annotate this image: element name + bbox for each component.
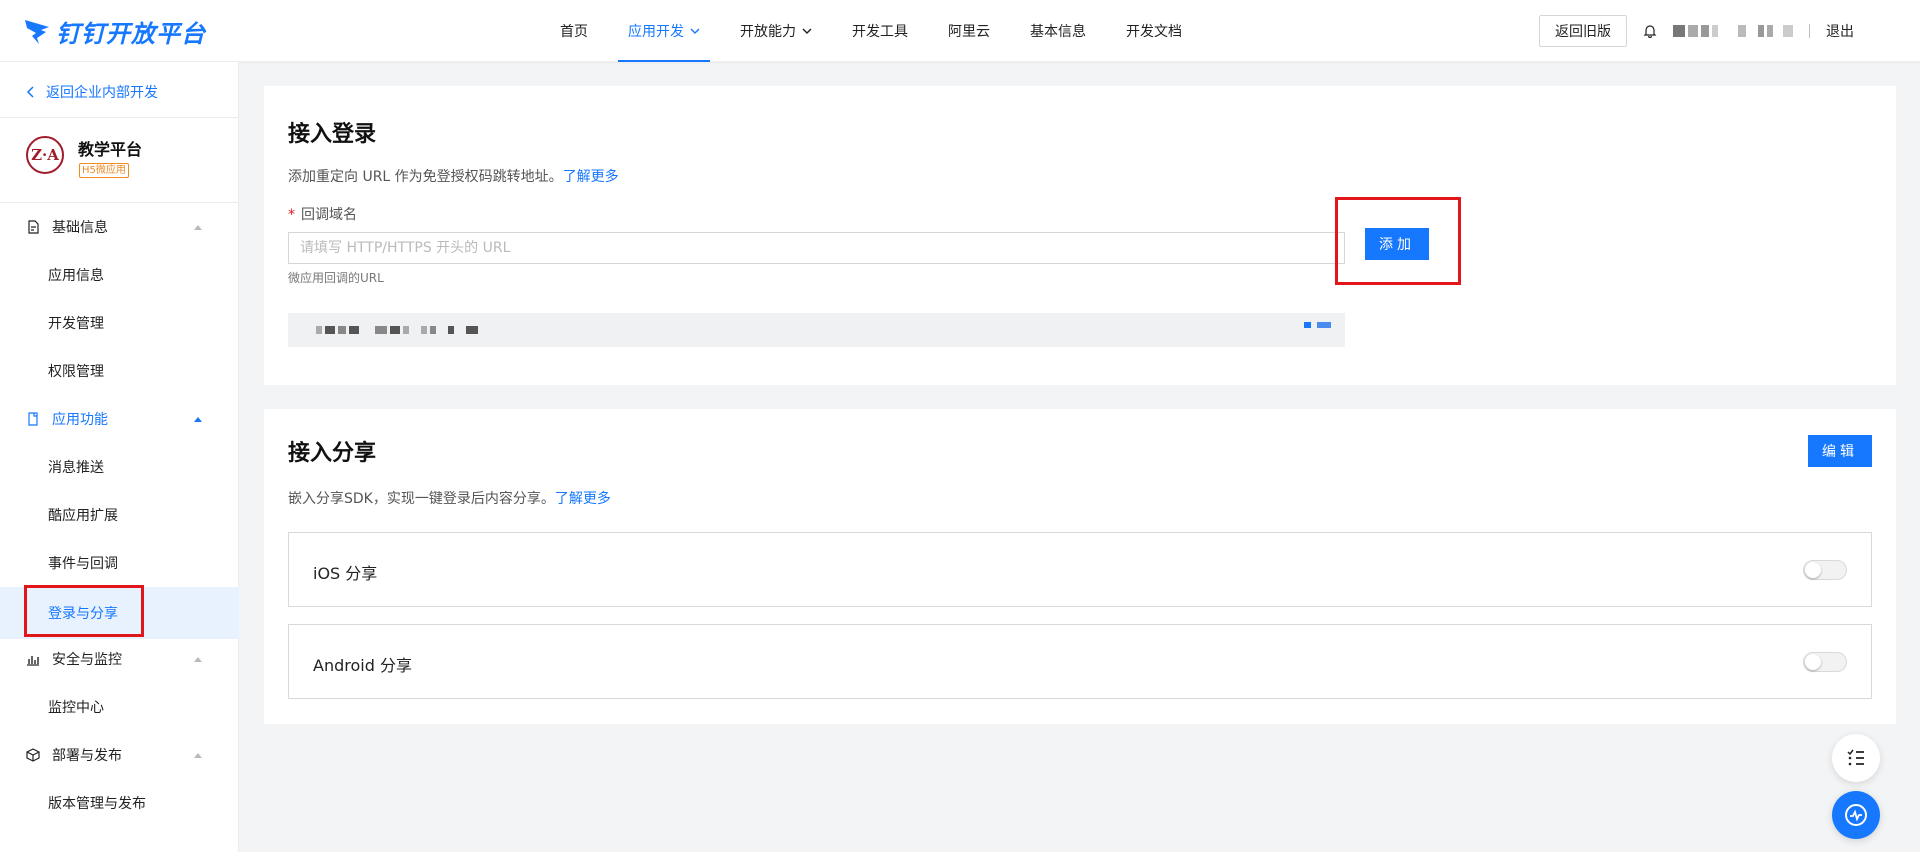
sidebar-item-monitoring-center[interactable]: 监控中心 <box>0 683 239 731</box>
share-learn-more-link[interactable]: 了解更多 <box>555 491 611 507</box>
ios-share-label: iOS 分享 <box>313 564 378 583</box>
sidebar-item-permission-management[interactable]: 权限管理 <box>0 347 239 395</box>
checklist-float-button[interactable] <box>1832 734 1880 782</box>
assistant-float-button[interactable] <box>1832 791 1880 839</box>
checklist-icon <box>1847 749 1864 766</box>
app-avatar: Z·A <box>26 136 64 174</box>
callback-url-list-item <box>288 313 1345 347</box>
logout-link[interactable]: 退出 <box>1826 21 1854 41</box>
login-card-description: 添加重定向 URL 作为免登授权码跳转地址。了解更多 <box>288 166 619 186</box>
share-card-title: 接入分享 <box>288 441 377 466</box>
sidebar-item-label: 权限管理 <box>48 364 104 380</box>
ios-share-toggle[interactable] <box>1803 560 1847 580</box>
android-share-toggle[interactable] <box>1803 652 1847 672</box>
nav-aliyun-label: 阿里云 <box>948 24 990 40</box>
chatbot-icon <box>1845 804 1867 826</box>
bar-chart-icon <box>27 656 39 666</box>
sidebar-group-app-features[interactable]: 应用功能 <box>0 395 239 443</box>
nav-home-label: 首页 <box>560 24 588 40</box>
callback-url-hint: 微应用回调的URL <box>288 271 384 285</box>
android-share-label: Android 分享 <box>313 656 412 675</box>
sidebar-item-dev-management[interactable]: 开发管理 <box>0 299 239 347</box>
app-name: 教学平台 <box>78 140 143 159</box>
sidebar-item-app-info[interactable]: 应用信息 <box>0 251 239 299</box>
mobile-app-icon <box>28 412 38 426</box>
sidebar: 返回企业内部开发 Z·A 教学平台 H5微应用 基础信息 应用信息 开发管理 权… <box>0 62 239 852</box>
sidebar-item-message-push[interactable]: 消息推送 <box>0 443 239 491</box>
nav-aliyun[interactable]: 阿里云 <box>928 0 1010 62</box>
sidebar-group-label: 部署与发布 <box>52 748 122 764</box>
caret-up-icon <box>194 657 202 662</box>
nav-app-dev[interactable]: 应用开发 <box>608 0 720 62</box>
nav-dev-tools-label: 开发工具 <box>852 24 908 40</box>
dingtalk-logo[interactable]: 钉钉开放平台 <box>22 14 206 48</box>
required-mark: * <box>288 207 295 223</box>
edit-button[interactable]: 编辑 <box>1808 435 1872 467</box>
nav-basic-info[interactable]: 基本信息 <box>1010 0 1106 62</box>
callback-domain-label-text: 回调域名 <box>301 207 357 223</box>
callback-domain-label: * 回调域名 <box>288 204 357 224</box>
nav-home[interactable]: 首页 <box>540 0 608 62</box>
nav-app-dev-label: 应用开发 <box>628 24 684 40</box>
share-card-description: 嵌入分享SDK，实现一键登录后内容分享。了解更多 <box>288 488 611 508</box>
top-nav: 首页 应用开发 开放能力 开发工具 阿里云 基本信息 开发文档 <box>540 0 1202 62</box>
sidebar-item-label: 开发管理 <box>48 316 104 332</box>
nav-dev-tools[interactable]: 开发工具 <box>832 0 928 62</box>
highlight-box-add <box>1335 197 1461 285</box>
nav-basic-info-label: 基本信息 <box>1030 24 1086 40</box>
caret-up-icon <box>194 753 202 758</box>
bell-icon[interactable] <box>1643 24 1657 38</box>
login-desc-text: 添加重定向 URL 作为免登授权码跳转地址。 <box>288 169 563 185</box>
document-icon <box>28 220 39 234</box>
caret-up-icon <box>194 417 202 422</box>
return-old-version-button[interactable]: 返回旧版 <box>1539 15 1627 47</box>
nav-dev-docs-label: 开发文档 <box>1126 24 1182 40</box>
sidebar-item-label: 版本管理与发布 <box>48 796 146 812</box>
sidebar-item-label: 酷应用扩展 <box>48 508 118 524</box>
sidebar-group-label: 应用功能 <box>52 412 108 428</box>
highlight-box-sidebar <box>24 585 144 637</box>
sidebar-item-label: 应用信息 <box>48 268 104 284</box>
dingtalk-logo-icon <box>25 20 49 44</box>
chevron-left-icon <box>26 86 34 98</box>
share-row-android: Android 分享 <box>288 624 1872 699</box>
sidebar-item-cool-app-extension[interactable]: 酷应用扩展 <box>0 491 239 539</box>
callback-url-actions[interactable] <box>1304 322 1331 328</box>
share-desc-text: 嵌入分享SDK，实现一键登录后内容分享。 <box>288 491 555 507</box>
top-header: 钉钉开放平台 首页 应用开发 开放能力 开发工具 阿里云 基本信息 开发文档 返… <box>0 0 1920 62</box>
nav-open-capability-label: 开放能力 <box>740 24 796 40</box>
sidebar-group-basic-info[interactable]: 基础信息 <box>0 203 239 251</box>
user-name-blurred[interactable] <box>1673 25 1793 37</box>
nav-open-capability[interactable]: 开放能力 <box>720 0 832 62</box>
login-card-title: 接入登录 <box>288 122 377 147</box>
sidebar-item-version-release[interactable]: 版本管理与发布 <box>0 779 239 827</box>
header-separator <box>1809 24 1810 38</box>
back-to-internal-dev-link[interactable]: 返回企业内部开发 <box>26 82 158 102</box>
callback-url-blurred <box>316 326 478 334</box>
caret-up-icon <box>194 225 202 230</box>
sidebar-group-deploy-release[interactable]: 部署与发布 <box>0 731 239 779</box>
sidebar-group-security-monitoring[interactable]: 安全与监控 <box>0 635 239 683</box>
logo-text: 钉钉开放平台 <box>56 19 206 48</box>
header-actions: 返回旧版 退出 <box>1539 15 1854 47</box>
cube-icon <box>26 748 40 762</box>
sidebar-item-label: 监控中心 <box>48 700 104 716</box>
sidebar-divider <box>0 117 239 118</box>
sidebar-group-label: 基础信息 <box>52 220 108 236</box>
sidebar-item-events-callbacks[interactable]: 事件与回调 <box>0 539 239 587</box>
share-row-ios: iOS 分享 <box>288 532 1872 607</box>
back-link-label: 返回企业内部开发 <box>46 85 158 101</box>
sidebar-group-label: 安全与监控 <box>52 652 122 668</box>
sidebar-item-label: 事件与回调 <box>48 556 118 572</box>
chevron-down-icon <box>690 28 700 34</box>
login-learn-more-link[interactable]: 了解更多 <box>563 169 619 185</box>
sidebar-item-label: 消息推送 <box>48 460 104 476</box>
chevron-down-icon <box>802 28 812 34</box>
callback-url-input[interactable] <box>288 232 1345 264</box>
app-type-badge: H5微应用 <box>79 163 129 178</box>
nav-dev-docs[interactable]: 开发文档 <box>1106 0 1202 62</box>
